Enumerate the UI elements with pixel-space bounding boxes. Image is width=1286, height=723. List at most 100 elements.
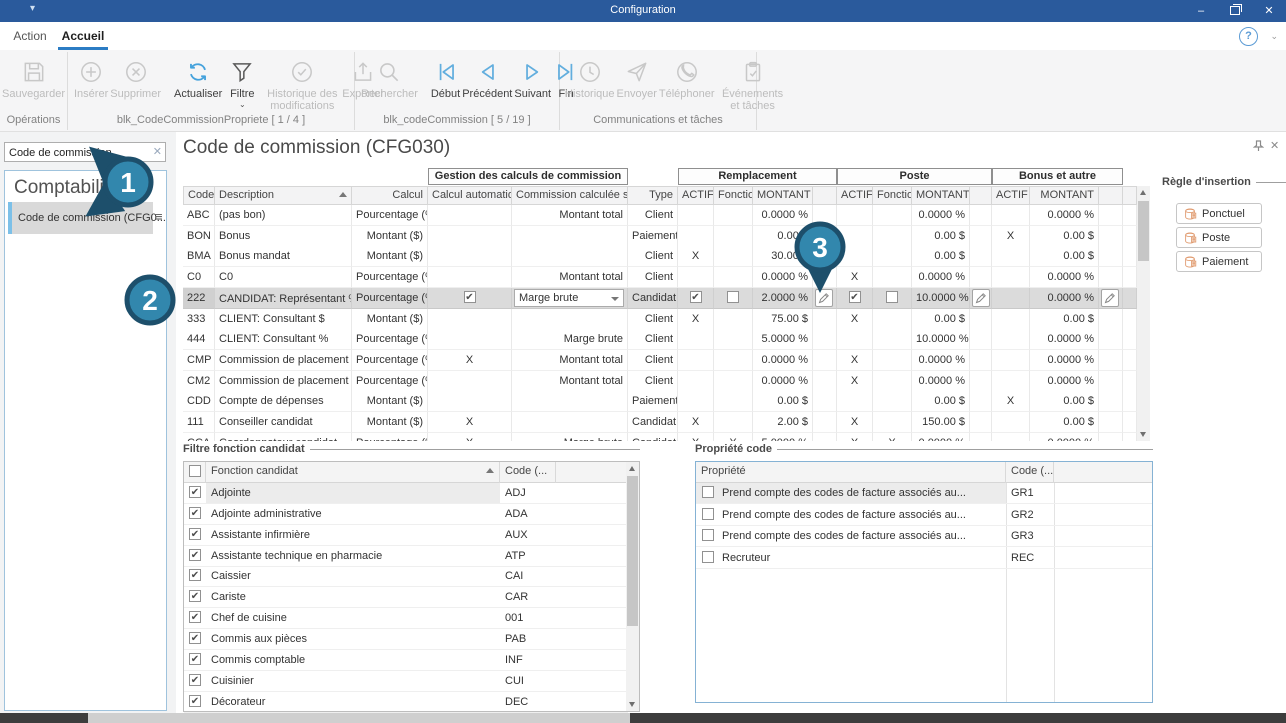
scroll-up-icon[interactable]	[626, 462, 639, 475]
column-header-calcul[interactable]: Calcul	[352, 186, 428, 205]
filter-dropdown-icon[interactable]: ⌄	[239, 101, 246, 108]
filter-row-CAR[interactable]: ✔CaristeCAR	[184, 587, 628, 608]
insert-paiement-button[interactable]: Paiement	[1176, 251, 1262, 272]
table-row-BON[interactable]: BONBonusMontant ($)Paiement0.00 $0.00 $X…	[183, 226, 1137, 247]
filter-row-CAI[interactable]: ✔CaissierCAI	[184, 566, 628, 587]
events-tasks-button[interactable]: Événements et tâches	[722, 56, 784, 112]
save-button[interactable]: Sauvegarder	[2, 56, 65, 100]
column-header-code[interactable]: Code	[183, 186, 215, 205]
table-row-BMA[interactable]: BMABonus mandatMontant ($)ClientX30.00 $…	[183, 246, 1137, 267]
tab-action[interactable]: Action	[8, 22, 52, 50]
fonction-checkbox[interactable]: ✔	[189, 549, 201, 561]
column-header-pf[interactable]: Fonction	[873, 186, 912, 205]
table-row-CCA[interactable]: CCACoordonnateur candidatPourcentage (%)…	[183, 433, 1137, 441]
sidebar-item-code-de-commission[interactable]: Code de commission (CFG0...	[8, 202, 153, 234]
column-header-auto[interactable]: Calcul automatique	[428, 186, 512, 205]
column-header-sur[interactable]: Commission calculée sur	[512, 186, 628, 205]
table-row-C0[interactable]: C0C0Pourcentage (%)Montant totalClient0.…	[183, 267, 1137, 288]
minimize-button[interactable]: –	[1184, 0, 1218, 22]
fonction-checkbox[interactable]: ✔	[189, 486, 201, 498]
search-button[interactable]: Rechercher	[361, 56, 418, 100]
table-row-111[interactable]: 111Conseiller candidatMontant ($)XCandid…	[183, 412, 1137, 433]
tab-accueil[interactable]: Accueil	[58, 22, 108, 50]
column-header-rf[interactable]: Fonction	[714, 186, 753, 205]
property-row-GR1[interactable]: Prend compte des codes de facture associ…	[696, 483, 1152, 504]
column-header-ra[interactable]: ACTIF	[678, 186, 714, 205]
column-header-rm[interactable]: MONTANT	[753, 186, 813, 205]
property-checkbox[interactable]	[702, 551, 714, 563]
column-header-type[interactable]: Type	[628, 186, 678, 205]
table-row-CDD[interactable]: CDDCompte de dépensesMontant ($)Paiement…	[183, 391, 1137, 412]
commission-sur-dropdown[interactable]: Marge brute	[514, 289, 624, 307]
scroll-down-icon[interactable]	[1137, 428, 1150, 441]
table-row-CMP[interactable]: CMPCommission de placement 1Pourcentage …	[183, 350, 1137, 371]
bottom-scrollbar-track[interactable]	[0, 713, 1286, 723]
fonction-checkbox[interactable]: ✔	[189, 507, 201, 519]
edit-pencil-button[interactable]	[1101, 289, 1119, 307]
table-row-CM2[interactable]: CM2Commission de placement 2Pourcentage …	[183, 371, 1137, 392]
scrollbar-thumb[interactable]	[1138, 201, 1149, 261]
column-header-code[interactable]: Code (...	[1006, 462, 1054, 483]
pin-icon[interactable]	[1253, 140, 1264, 155]
table-vertical-scrollbar[interactable]	[1137, 186, 1150, 441]
property-row-GR3[interactable]: Prend compte des codes de facture associ…	[696, 526, 1152, 547]
next-record-button[interactable]: Suivant	[514, 56, 551, 100]
property-checkbox[interactable]	[702, 529, 714, 541]
column-header-pa[interactable]: ACTIF	[837, 186, 873, 205]
fonction-checkbox[interactable]: ✔	[189, 674, 201, 686]
fonction-checkbox[interactable]: ✔	[189, 632, 201, 644]
checkbox[interactable]: ✔	[690, 291, 702, 303]
fonction-checkbox[interactable]: ✔	[189, 569, 201, 581]
history-button[interactable]: Historique	[565, 56, 615, 100]
column-header-propriete[interactable]: Propriété	[696, 462, 1006, 483]
filter-row-ADA[interactable]: ✔Adjointe administrativeADA	[184, 504, 628, 525]
column-header-code[interactable]: Code (...	[500, 462, 556, 483]
filter-button[interactable]: Filtre ⌄	[229, 56, 255, 108]
filter-row-INF[interactable]: ✔Commis comptableINF	[184, 650, 628, 671]
ribbon-collapse-icon[interactable]: ⌄	[1270, 31, 1278, 42]
delete-button[interactable]: Supprimer	[110, 56, 161, 100]
column-header-bm[interactable]: MONTANT	[1030, 186, 1099, 205]
column-header-ba[interactable]: ACTIF	[992, 186, 1030, 205]
scrollbar-segment[interactable]	[0, 713, 88, 723]
select-all-checkbox[interactable]	[189, 465, 201, 477]
column-header-desc[interactable]: Description	[215, 186, 352, 205]
insert-poste-button[interactable]: Poste	[1176, 227, 1262, 248]
edit-pencil-button[interactable]	[972, 289, 990, 307]
close-button[interactable]: ✕	[1252, 0, 1286, 22]
scroll-up-icon[interactable]	[1137, 186, 1150, 199]
scroll-down-icon[interactable]	[626, 698, 639, 711]
column-header-pm[interactable]: MONTANT	[912, 186, 970, 205]
edit-pencil-button[interactable]	[815, 289, 833, 307]
filter-vertical-scrollbar[interactable]	[626, 462, 639, 711]
checkbox[interactable]	[886, 291, 898, 303]
table-row-444[interactable]: 444CLIENT: Consultant %Pourcentage (%)Ma…	[183, 329, 1137, 350]
column-header-fonction[interactable]: Fonction candidat	[206, 462, 500, 483]
filter-row-AUX[interactable]: ✔Assistante infirmièreAUX	[184, 525, 628, 546]
panel-close-icon[interactable]: ✕	[1270, 139, 1279, 152]
fonction-checkbox[interactable]: ✔	[189, 611, 201, 623]
column-header-re[interactable]	[813, 186, 837, 205]
checkbox[interactable]: ✔	[849, 291, 861, 303]
filter-row-ADJ[interactable]: ✔AdjointeADJ	[184, 483, 628, 504]
table-row-222[interactable]: 222CANDIDAT: Représentant %Pourcentage (…	[183, 288, 1137, 309]
filter-row-DEC[interactable]: ✔DécorateurDEC	[184, 692, 628, 713]
filter-row-001[interactable]: ✔Chef de cuisine001	[184, 608, 628, 629]
search-input[interactable]	[7, 144, 149, 162]
insert-ponctuel-button[interactable]: Ponctuel	[1176, 203, 1262, 224]
column-header-be[interactable]	[1099, 186, 1123, 205]
checkbox[interactable]: ✔	[464, 291, 476, 303]
table-row-333[interactable]: 333CLIENT: Consultant $Montant ($)Client…	[183, 309, 1137, 330]
previous-record-button[interactable]: Précédent	[462, 56, 512, 100]
filter-row-CUI[interactable]: ✔CuisinierCUI	[184, 671, 628, 692]
checkbox[interactable]	[727, 291, 739, 303]
column-header-fill[interactable]	[1123, 186, 1137, 205]
send-button[interactable]: Envoyer	[617, 56, 657, 100]
clear-search-icon[interactable]: ✕	[153, 145, 162, 158]
phone-button[interactable]: Téléphoner	[659, 56, 715, 100]
hamburger-menu-icon[interactable]: ≡	[155, 209, 163, 224]
modification-history-button[interactable]: Historique des modifications	[264, 56, 340, 112]
scrollbar-segment[interactable]	[630, 713, 1286, 723]
table-row-ABC[interactable]: ABC(pas bon)Pourcentage (%)Montant total…	[183, 205, 1137, 226]
property-checkbox[interactable]	[702, 508, 714, 520]
